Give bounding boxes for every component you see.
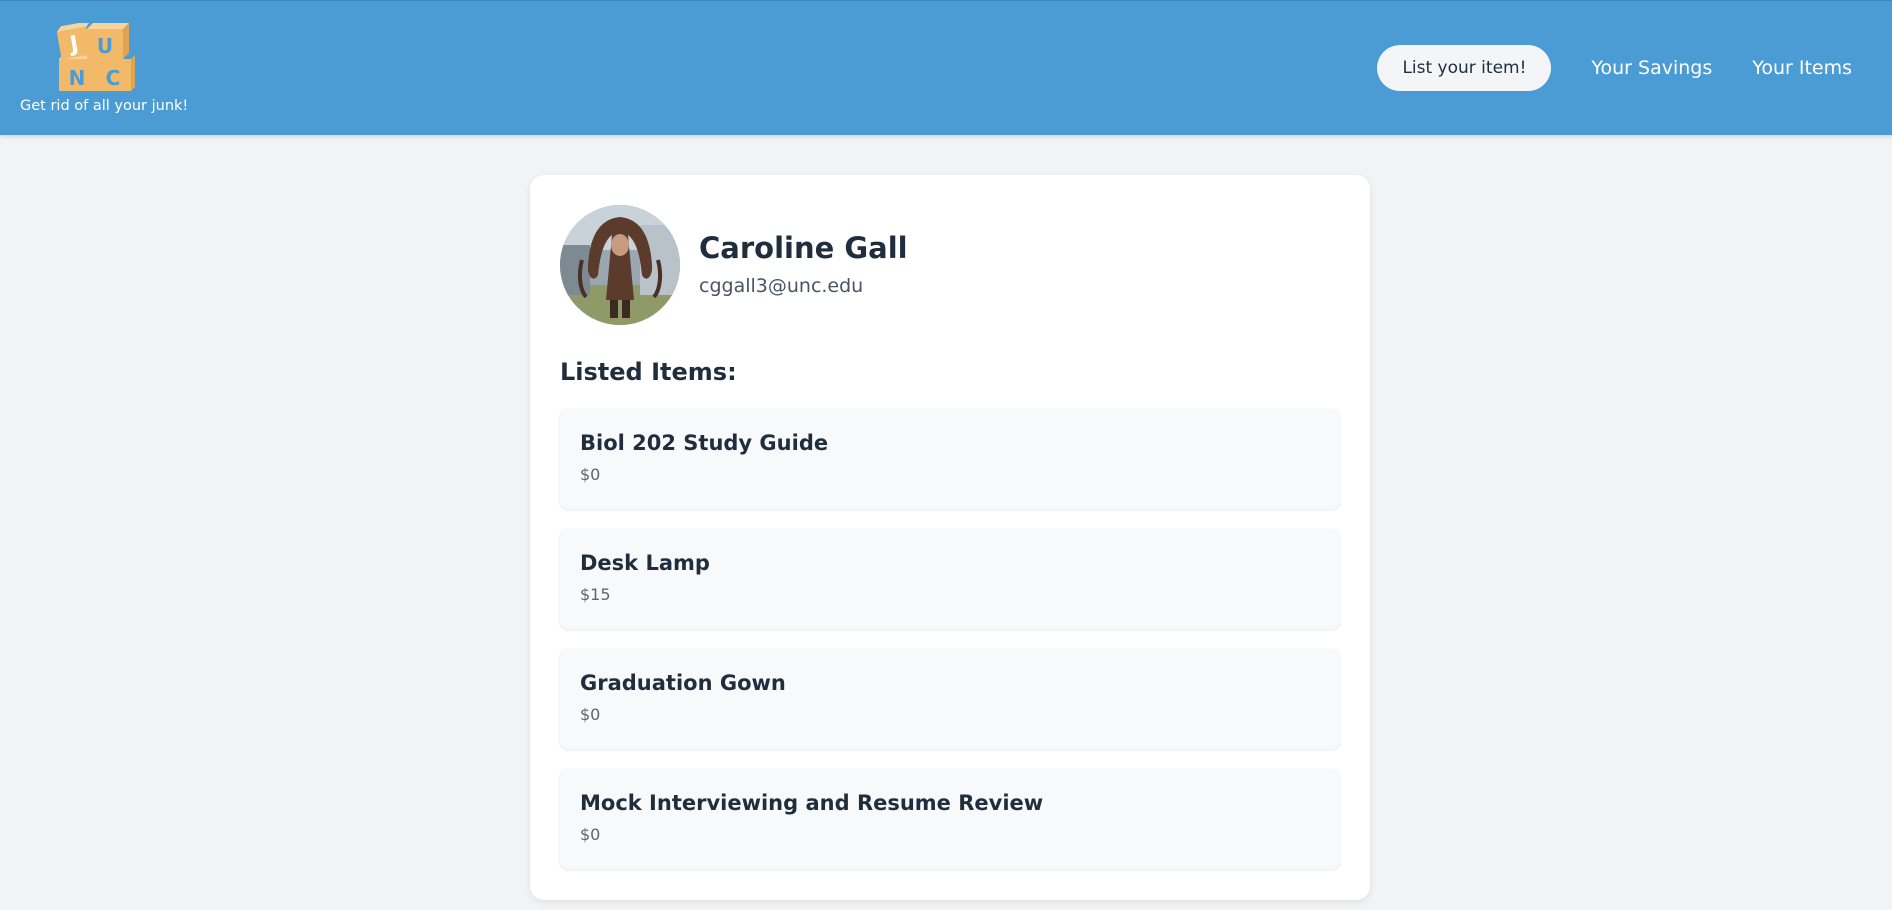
tagline: Get rid of all your junk! [20,98,189,114]
list-item[interactable]: Biol 202 Study Guide $0 [560,409,1340,509]
item-price: $0 [580,825,601,844]
listed-items-heading: Listed Items: [560,358,737,386]
profile-card: Caroline Gall cggall3@unc.edu Listed Ite… [530,175,1370,900]
logo-block-c: C [95,55,135,91]
item-price: $15 [580,585,611,604]
junc-logo[interactable]: N C U J [57,23,135,93]
profile-name: Caroline Gall [699,231,908,265]
top-navbar: N C U J Get rid of all your junk! List y… [0,0,1892,135]
item-price: $0 [580,465,601,484]
logo-letter-n: N [69,66,86,90]
avatar-photo [560,205,680,325]
logo-letter-c: C [106,66,121,90]
list-item[interactable]: Mock Interviewing and Resume Review $0 [560,769,1340,869]
profile-email: cggall3@unc.edu [699,275,864,297]
item-title: Desk Lamp [580,551,710,575]
item-title: Mock Interviewing and Resume Review [580,791,1044,815]
list-item[interactable]: Desk Lamp $15 [560,529,1340,629]
logo-letter-u: U [97,34,113,58]
list-item[interactable]: Graduation Gown $0 [560,649,1340,749]
nav-link-your-items[interactable]: Your Items [1752,57,1852,79]
logo-block-u: U [87,23,129,59]
nav-links: List your item! Your Savings Your Items [1377,45,1852,91]
item-price: $0 [580,705,601,724]
avatar [560,205,680,325]
nav-link-your-savings[interactable]: Your Savings [1591,57,1712,79]
item-title: Biol 202 Study Guide [580,431,829,455]
listed-items: Biol 202 Study Guide $0 Desk Lamp $15 Gr… [560,409,1340,889]
list-item-button[interactable]: List your item! [1377,45,1552,91]
item-title: Graduation Gown [580,671,786,695]
